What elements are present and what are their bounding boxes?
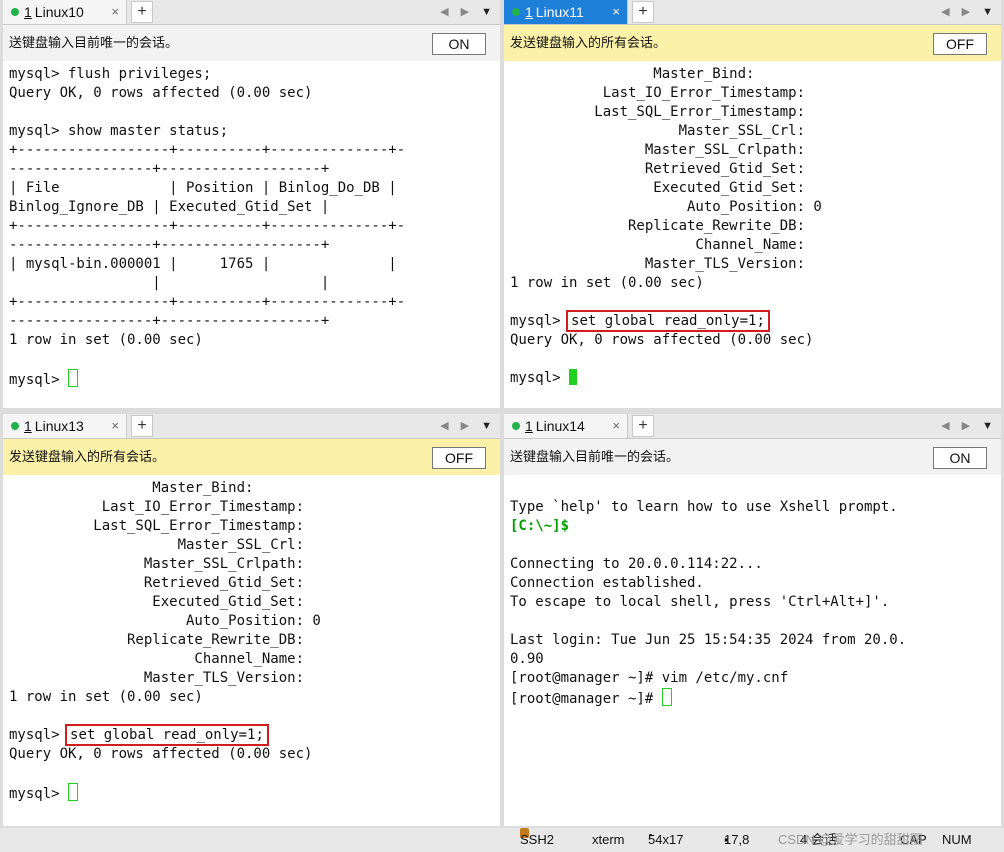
next-tab-icon[interactable]: ▶ <box>962 6 982 18</box>
tab-number: 1 <box>24 4 32 20</box>
tab-label: Linux14 <box>535 418 585 434</box>
prev-tab-icon[interactable]: ◀ <box>941 420 961 432</box>
cursor-position-label: 17,8 <box>724 832 750 847</box>
send-keys-toggle-button[interactable]: ON <box>933 447 987 469</box>
terminal-output[interactable]: mysql> flush privileges; Query OK, 0 row… <box>3 61 500 394</box>
tab-linux14[interactable]: 1 Linux14 × <box>504 414 628 438</box>
tab-menu-icon[interactable]: ▼ <box>982 6 993 18</box>
terminal-output[interactable]: Master_Bind: Last_IO_Error_Timestamp: La… <box>3 475 500 808</box>
terminal-cursor <box>68 783 79 801</box>
terminal-lines: Master_Bind: Last_IO_Error_Timestamp: La… <box>9 480 321 705</box>
terminal-cursor <box>661 688 672 706</box>
tab-bar: 1 Linux13 × + ◀▶▼ <box>3 414 500 439</box>
send-keys-text: 送键盘输入目前唯一的会话。 <box>510 449 680 464</box>
prev-tab-icon[interactable]: ◀ <box>440 6 460 18</box>
highlighted-command: set global read_only=1; <box>566 310 770 332</box>
terminal-prompt: mysql> <box>9 372 69 388</box>
terminal-output[interactable]: Type `help' to learn how to use Xshell p… <box>504 475 1001 713</box>
send-keys-toggle-button[interactable]: OFF <box>933 33 987 55</box>
tab-navigation: ◀▶▼ <box>440 414 492 438</box>
session-pane-linux13[interactable]: 1 Linux13 × + ◀▶▼ 发送键盘输入的所有会话。 OFF Master… <box>3 414 500 826</box>
send-keys-text: 送键盘输入目前唯一的会话。 <box>9 35 179 50</box>
tab-bar: 1 Linux10 × + ◀▶▼ <box>3 0 500 25</box>
close-tab-icon[interactable]: × <box>612 0 620 24</box>
next-tab-icon[interactable]: ▶ <box>461 420 481 432</box>
status-bar: SSH2 xterm ⸢ 54x17 ▪ 17,8 4 会话 CAP NUM C… <box>0 828 1004 852</box>
new-tab-button[interactable]: + <box>131 1 153 23</box>
send-keys-text: 发送键盘输入的所有会话。 <box>9 449 166 464</box>
send-keys-toggle-button[interactable]: OFF <box>432 447 486 469</box>
session-pane-linux10[interactable]: 1 Linux10 × + ◀▶▼ 送键盘输入目前唯一的会话。 ON mysql>… <box>3 0 500 408</box>
terminal-output[interactable]: Master_Bind: Last_IO_Error_Timestamp: La… <box>504 61 1001 392</box>
tab-number: 1 <box>24 418 32 434</box>
terminal-prompt: mysql> <box>510 313 570 329</box>
next-tab-icon[interactable]: ▶ <box>461 6 481 18</box>
tab-menu-icon[interactable]: ▼ <box>481 6 492 18</box>
send-keys-bar: 发送键盘输入的所有会话。 OFF <box>504 25 1001 61</box>
terminal-lines: mysql> flush privileges; Query OK, 0 row… <box>9 66 406 348</box>
terminal-prompt: [root@manager ~]# <box>510 691 662 707</box>
new-tab-button[interactable]: + <box>632 415 654 437</box>
send-keys-text: 发送键盘输入的所有会话。 <box>510 35 667 50</box>
tab-linux11[interactable]: 1 Linux11 × <box>504 0 628 24</box>
local-shell-prompt: [C:\~]$ <box>510 518 570 534</box>
prev-tab-icon[interactable]: ◀ <box>440 420 460 432</box>
session-pane-linux14[interactable]: 1 Linux14 × + ◀▶▼ 送键盘输入目前唯一的会话。 ON Type `… <box>504 414 1001 826</box>
terminal-prompt: mysql> <box>9 727 69 743</box>
next-tab-icon[interactable]: ▶ <box>962 420 982 432</box>
tab-navigation: ◀▶▼ <box>440 0 492 24</box>
connected-status-icon <box>11 8 19 16</box>
new-tab-button[interactable]: + <box>131 415 153 437</box>
tab-linux13[interactable]: 1 Linux13 × <box>3 414 127 438</box>
send-keys-bar: 送键盘输入目前唯一的会话。 ON <box>3 25 500 61</box>
tab-label: Linux13 <box>34 418 84 434</box>
terminal-prompt: mysql> <box>510 370 570 386</box>
tab-menu-icon[interactable]: ▼ <box>982 420 993 432</box>
terminal-lines: Connecting to 20.0.0.114:22... Connectio… <box>510 556 907 686</box>
close-tab-icon[interactable]: × <box>111 0 119 24</box>
tab-bar: 1 Linux11 × + ◀▶▼ <box>504 0 1001 25</box>
tab-menu-icon[interactable]: ▼ <box>481 420 492 432</box>
send-keys-toggle-button[interactable]: ON <box>432 33 486 55</box>
tab-navigation: ◀▶▼ <box>941 0 993 24</box>
close-tab-icon[interactable]: × <box>111 414 119 438</box>
terminal-size-label: 54x17 <box>648 832 684 847</box>
session-pane-linux11[interactable]: 1 Linux11 × + ◀▶▼ 发送键盘输入的所有会话。 OFF Master… <box>504 0 1001 408</box>
terminal-cursor <box>569 369 578 385</box>
send-keys-bar: 发送键盘输入的所有会话。 OFF <box>3 439 500 475</box>
highlighted-command: set global read_only=1; <box>65 724 269 746</box>
close-tab-icon[interactable]: × <box>612 414 620 438</box>
tab-label: Linux10 <box>34 4 84 20</box>
command-result: Query OK, 0 rows affected (0.00 sec) <box>9 746 313 762</box>
connected-status-icon <box>11 422 19 430</box>
connected-status-icon <box>512 422 520 430</box>
terminal-type-status: xterm <box>592 832 625 847</box>
watermark: CSDN @爱学习的甜甜圈 <box>778 832 923 847</box>
terminal-lines: Master_Bind: Last_IO_Error_Timestamp: La… <box>510 66 822 291</box>
terminal-prompt: mysql> <box>9 786 69 802</box>
prev-tab-icon[interactable]: ◀ <box>941 6 961 18</box>
tab-navigation: ◀▶▼ <box>941 414 993 438</box>
connected-status-icon <box>512 8 520 16</box>
num-lock-status: NUM <box>942 832 972 847</box>
tab-label: Linux11 <box>535 4 584 20</box>
terminal-cursor <box>68 369 79 387</box>
new-tab-button[interactable]: + <box>632 1 654 23</box>
tab-linux10[interactable]: 1 Linux10 × <box>3 0 127 24</box>
terminal-lines: Type `help' to learn how to use Xshell p… <box>510 499 898 515</box>
command-result: Query OK, 0 rows affected (0.00 sec) <box>510 332 814 348</box>
tab-number: 1 <box>525 4 533 20</box>
send-keys-bar: 送键盘输入目前唯一的会话。 ON <box>504 439 1001 475</box>
tab-bar: 1 Linux14 × + ◀▶▼ <box>504 414 1001 439</box>
protocol-label: SSH2 <box>520 832 554 847</box>
tab-number: 1 <box>525 418 533 434</box>
